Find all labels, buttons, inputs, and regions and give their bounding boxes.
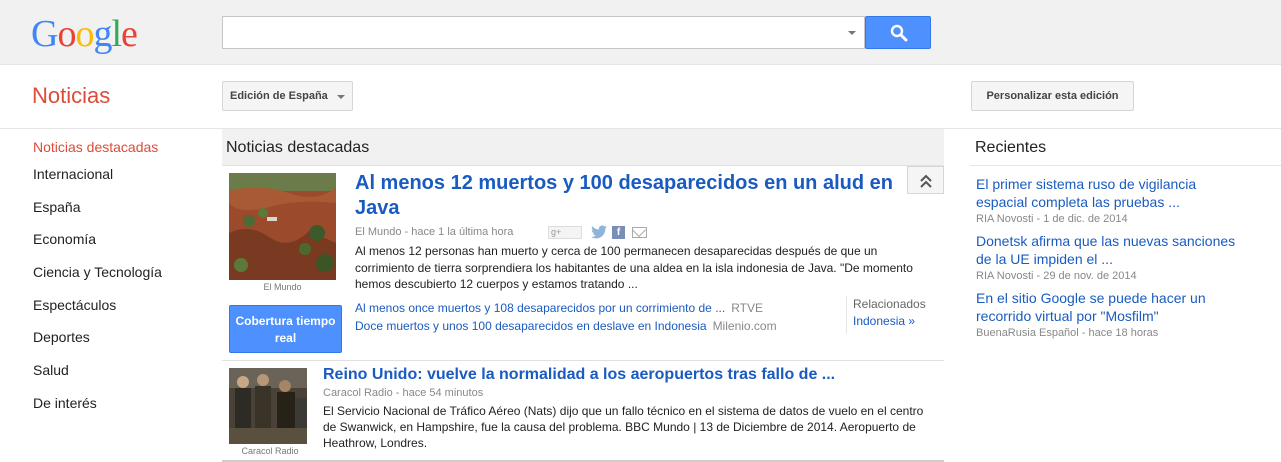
story-snippet: El Servicio Nacional de Tráfico Aéreo (N… — [323, 404, 924, 450]
personalize-button[interactable]: Personalizar esta edición — [971, 81, 1134, 111]
thumbnail-caption: El Mundo — [263, 282, 302, 292]
section-header-title[interactable]: Noticias destacadas — [226, 139, 369, 157]
edition-select[interactable]: Edición de España — [222, 81, 353, 111]
logo-letter: o — [75, 13, 94, 55]
related-topics: Relacionados Indonesia » — [846, 296, 926, 334]
search-icon — [890, 24, 908, 42]
recent-meta: BuenaRusia Español - hace 18 horas — [976, 327, 1159, 339]
story-snippet: Al menos 12 personas han muerto y cerca … — [355, 244, 913, 291]
section-header: Noticias destacadas — [222, 129, 944, 166]
google-plus-share-icon[interactable]: g+ — [548, 226, 582, 239]
sidebar-item-noticias-destacadas[interactable]: Noticias destacadas — [33, 140, 162, 167]
twitter-icon[interactable] — [590, 225, 608, 240]
list-item: Donetsk afirma que las nuevas sanciones … — [976, 232, 1241, 283]
related-link[interactable]: Doce muertos y unos 100 desaparecidos en… — [355, 319, 707, 333]
chevron-down-icon — [337, 95, 345, 99]
story-source-time: El Mundo - hace 1 la última hora — [355, 226, 514, 238]
related-links: Al menos once muertos y 108 desaparecido… — [355, 299, 777, 335]
collapse-button[interactable] — [907, 166, 944, 194]
logo-letter: G — [31, 13, 58, 55]
recent-list: El primer sistema ruso de vigilancia esp… — [976, 175, 1241, 346]
logo-letter: o — [57, 13, 76, 55]
chevron-down-icon[interactable] — [848, 31, 856, 35]
recent-link[interactable]: Donetsk afirma que las nuevas sanciones … — [976, 232, 1241, 268]
related-link-row: Doce muertos y unos 100 desaparecidos en… — [355, 317, 777, 335]
sidebar-item-espectaculos[interactable]: Espectáculos — [33, 298, 162, 331]
airport-photo — [229, 368, 307, 444]
list-item: En el sitio Google se puede hacer un rec… — [976, 289, 1241, 340]
story-thumbnail[interactable] — [229, 368, 307, 444]
sidebar-item-internacional[interactable]: Internacional — [33, 167, 162, 200]
divider — [970, 165, 1281, 166]
search-input[interactable] — [222, 16, 865, 49]
story-divider — [222, 360, 944, 361]
logo-letter: e — [121, 13, 138, 55]
sidebar-item-economia[interactable]: Economía — [33, 232, 162, 265]
google-logo[interactable]: Google — [31, 12, 138, 56]
story-thumbnail[interactable] — [229, 173, 336, 280]
sidebar-item-espana[interactable]: España — [33, 200, 162, 233]
sidebar-item-salud[interactable]: Salud — [33, 363, 162, 396]
related-topic-link[interactable]: Indonesia » — [853, 313, 926, 330]
page-title[interactable]: Noticias — [32, 83, 110, 109]
recent-meta: RIA Novosti - 29 de nov. de 2014 — [976, 270, 1137, 282]
related-label: Relacionados — [853, 297, 926, 311]
sidebar-item-de-interes[interactable]: De interés — [33, 396, 162, 429]
recent-link[interactable]: El primer sistema ruso de vigilancia esp… — [976, 175, 1241, 211]
live-coverage-button[interactable]: Cobertura tiempo real — [229, 305, 342, 353]
related-source: RTVE — [731, 301, 763, 315]
logo-letter: g — [93, 13, 112, 55]
edition-label: Edición de España — [230, 90, 328, 102]
facebook-icon[interactable]: f — [612, 226, 625, 239]
related-link-row: Al menos once muertos y 108 desaparecido… — [355, 299, 777, 317]
recent-title: Recientes — [975, 139, 1047, 156]
chevron-double-up-icon — [920, 174, 932, 188]
story-source-time: Caracol Radio - hace 54 minutos — [323, 387, 484, 399]
related-source: Milenio.com — [712, 319, 777, 333]
sidebar-item-ciencia[interactable]: Ciencia y Tecnología — [33, 265, 162, 298]
list-item: El primer sistema ruso de vigilancia esp… — [976, 175, 1241, 226]
related-link[interactable]: Al menos once muertos y 108 desaparecido… — [355, 301, 725, 315]
thumbnail-caption: Caracol Radio — [241, 446, 299, 456]
recent-link[interactable]: En el sitio Google se puede hacer un rec… — [976, 289, 1241, 325]
email-icon[interactable] — [632, 227, 647, 238]
logo-letter: l — [111, 13, 122, 55]
sidebar-nav: Noticias destacadas Internacional España… — [33, 140, 162, 429]
recent-meta: RIA Novosti - 1 de dic. de 2014 — [976, 213, 1128, 225]
story-headline[interactable]: Al menos 12 muertos y 100 desaparecidos … — [355, 171, 895, 221]
story-headline[interactable]: Reino Unido: vuelve la normalidad a los … — [323, 365, 835, 385]
search-button[interactable] — [865, 16, 931, 49]
top-bar: Google — [0, 0, 1281, 65]
landslide-photo — [229, 173, 336, 280]
sidebar-item-deportes[interactable]: Deportes — [33, 330, 162, 363]
